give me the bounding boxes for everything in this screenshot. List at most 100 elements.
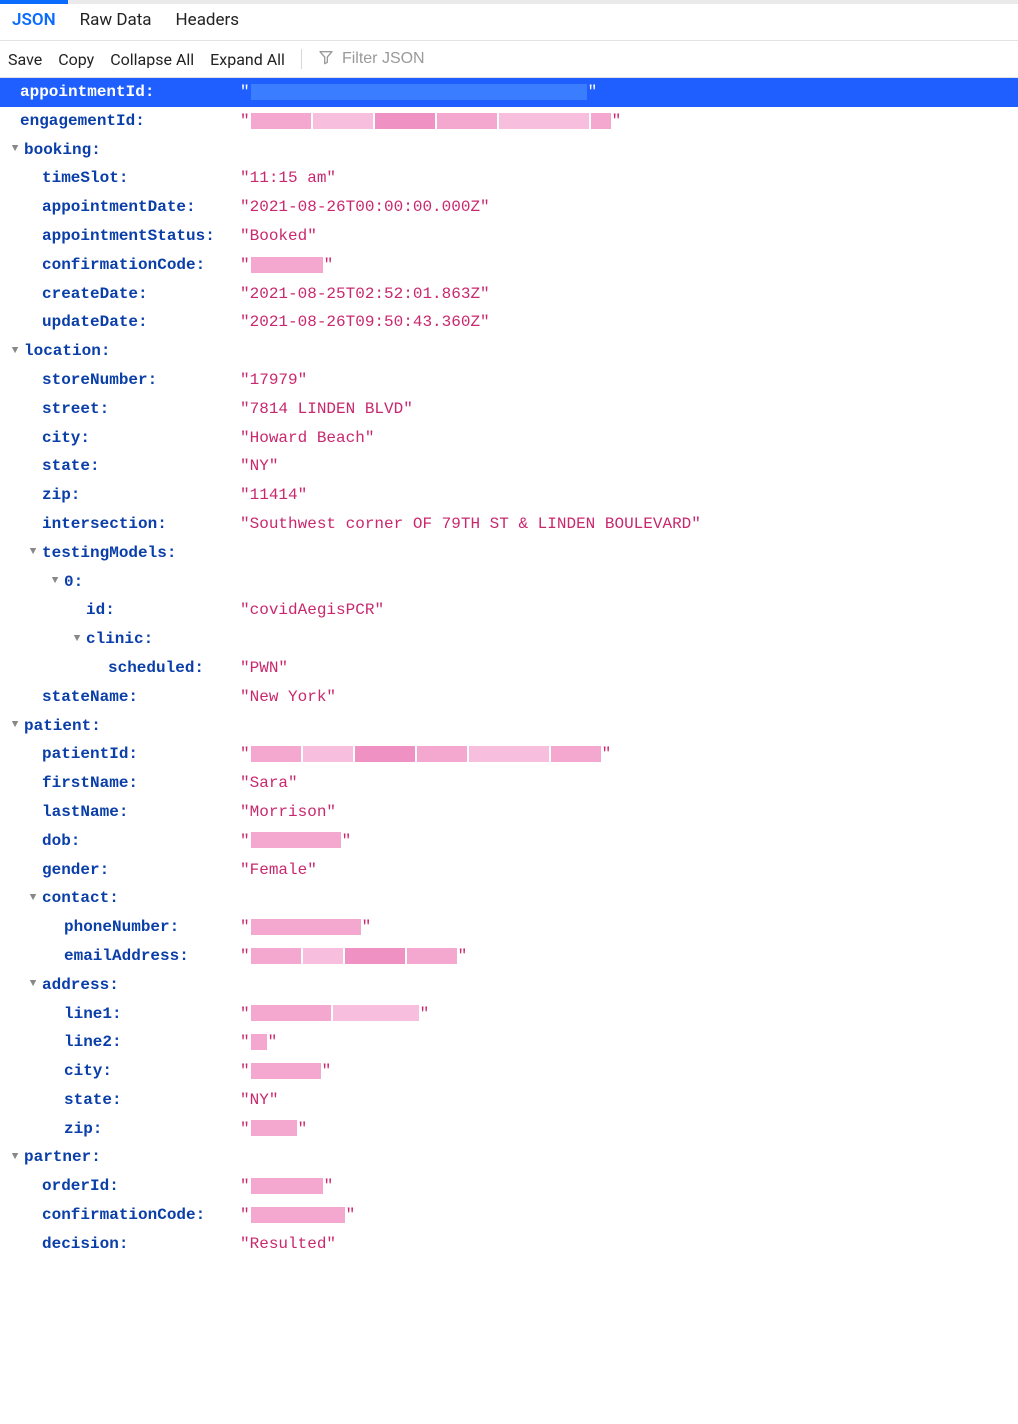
json-row[interactable]: gender: "Female": [0, 856, 1018, 885]
json-row[interactable]: phoneNumber:"": [0, 913, 1018, 942]
json-row[interactable]: ▼contact:: [0, 884, 1018, 913]
expand-toggle-icon[interactable]: ▼: [24, 543, 42, 563]
json-key: patientId:: [42, 740, 138, 769]
save-button[interactable]: Save: [8, 50, 42, 69]
json-row[interactable]: line1:"": [0, 1000, 1018, 1029]
expand-toggle-icon[interactable]: ▼: [46, 572, 64, 592]
json-key: gender:: [42, 856, 109, 885]
tab-json[interactable]: JSON: [12, 10, 56, 30]
collapse-all-button[interactable]: Collapse All: [110, 50, 194, 69]
json-row[interactable]: ▼0:: [0, 568, 1018, 597]
json-row[interactable]: ▼partner:: [0, 1143, 1018, 1172]
json-row[interactable]: createDate:"2021-08-25T02:52:01.863Z": [0, 280, 1018, 309]
json-row[interactable]: stateName:"New York": [0, 683, 1018, 712]
json-row[interactable]: city: "": [0, 1057, 1018, 1086]
redacted-block: [251, 1005, 331, 1021]
redacted-block: [355, 746, 415, 762]
json-row[interactable]: appointmentStatus:"Booked": [0, 222, 1018, 251]
json-row[interactable]: scheduled:"PWN": [0, 654, 1018, 683]
json-row[interactable]: confirmationCode: "": [0, 1201, 1018, 1230]
json-key: line1:: [64, 1000, 122, 1029]
json-row[interactable]: id:"covidAegisPCR": [0, 596, 1018, 625]
redacted-block: [417, 746, 467, 762]
json-value: "Howard Beach": [240, 424, 374, 453]
json-value: "Female": [240, 856, 317, 885]
json-row[interactable]: firstName:"Sara": [0, 769, 1018, 798]
json-row[interactable]: city:"Howard Beach": [0, 424, 1018, 453]
json-key: id:: [86, 596, 115, 625]
json-row[interactable]: ▼booking:: [0, 136, 1018, 165]
filter-input[interactable]: [340, 49, 540, 69]
json-row[interactable]: state:"NY": [0, 1086, 1018, 1115]
json-row[interactable]: ▼location:: [0, 337, 1018, 366]
expand-toggle-icon[interactable]: ▼: [6, 342, 24, 362]
json-row[interactable]: ▼patient:: [0, 712, 1018, 741]
tab-headers[interactable]: Headers: [176, 10, 240, 30]
redacted-block: [591, 113, 611, 129]
json-row[interactable]: orderId:"": [0, 1172, 1018, 1201]
json-value: "": [240, 251, 333, 280]
redacted-block: [251, 746, 301, 762]
json-key: emailAddress:: [64, 942, 189, 971]
json-row[interactable]: ▼address:: [0, 971, 1018, 1000]
json-key: city:: [64, 1057, 112, 1086]
expand-toggle-icon[interactable]: ▼: [24, 889, 42, 909]
json-row[interactable]: timeSlot:"11:15 am": [0, 164, 1018, 193]
json-key: clinic:: [86, 625, 153, 654]
json-value: "New York": [240, 683, 336, 712]
json-row[interactable]: street:"7814 LINDEN BLVD": [0, 395, 1018, 424]
json-key: engagementId:: [20, 107, 145, 136]
redacted-block: [251, 1207, 345, 1223]
json-value: "NY": [240, 452, 278, 481]
json-value: "": [240, 1201, 355, 1230]
json-row[interactable]: ▼clinic:: [0, 625, 1018, 654]
json-key: decision:: [42, 1230, 128, 1259]
json-row[interactable]: intersection:"Southwest corner OF 79TH S…: [0, 510, 1018, 539]
json-row[interactable]: dob:"": [0, 827, 1018, 856]
expand-toggle-icon[interactable]: ▼: [6, 1148, 24, 1168]
json-value: "Booked": [240, 222, 317, 251]
expand-toggle-icon[interactable]: ▼: [24, 975, 42, 995]
json-key: testingModels:: [42, 539, 176, 568]
json-key: scheduled:: [108, 654, 204, 683]
json-value: "": [240, 1057, 331, 1086]
json-key: dob:: [42, 827, 80, 856]
redacted-block: [333, 1005, 419, 1021]
json-row[interactable]: appointmentId:"": [0, 78, 1018, 107]
json-key: zip:: [42, 481, 80, 510]
json-value: "2021-08-26T09:50:43.360Z": [240, 308, 490, 337]
json-row[interactable]: emailAddress:"": [0, 942, 1018, 971]
json-key: updateDate:: [42, 308, 148, 337]
redacted-block: [551, 746, 601, 762]
toolbar-separator: [301, 49, 302, 69]
expand-toggle-icon[interactable]: ▼: [6, 140, 24, 160]
json-value: "": [240, 107, 621, 136]
expand-all-button[interactable]: Expand All: [210, 50, 285, 69]
expand-toggle-icon[interactable]: ▼: [68, 630, 86, 650]
json-value: "17979": [240, 366, 307, 395]
json-row[interactable]: state:"NY": [0, 452, 1018, 481]
json-row[interactable]: updateDate: "2021-08-26T09:50:43.360Z": [0, 308, 1018, 337]
json-key: appointmentDate:: [42, 193, 196, 222]
json-row[interactable]: decision:"Resulted": [0, 1230, 1018, 1259]
json-value: "7814 LINDEN BLVD": [240, 395, 413, 424]
json-value: "Morrison": [240, 798, 336, 827]
json-row[interactable]: ▼testingModels:: [0, 539, 1018, 568]
tab-raw-data[interactable]: Raw Data: [80, 10, 152, 30]
json-value: "11:15 am": [240, 164, 336, 193]
copy-button[interactable]: Copy: [58, 50, 94, 69]
expand-toggle-icon[interactable]: ▼: [6, 716, 24, 736]
json-row[interactable]: zip:"11414": [0, 481, 1018, 510]
json-row[interactable]: zip:"": [0, 1115, 1018, 1144]
json-row[interactable]: lastName:"Morrison": [0, 798, 1018, 827]
json-row[interactable]: confirmationCode:"": [0, 251, 1018, 280]
redacted-block: [251, 1034, 267, 1050]
json-key: confirmationCode:: [42, 1201, 205, 1230]
redacted-block: [407, 948, 457, 964]
json-row[interactable]: storeNumber:"17979": [0, 366, 1018, 395]
json-row[interactable]: line2:"": [0, 1028, 1018, 1057]
json-key: zip:: [64, 1115, 102, 1144]
json-row[interactable]: engagementId: "": [0, 107, 1018, 136]
json-row[interactable]: patientId:"": [0, 740, 1018, 769]
json-row[interactable]: appointmentDate:"2021-08-26T00:00:00.000…: [0, 193, 1018, 222]
